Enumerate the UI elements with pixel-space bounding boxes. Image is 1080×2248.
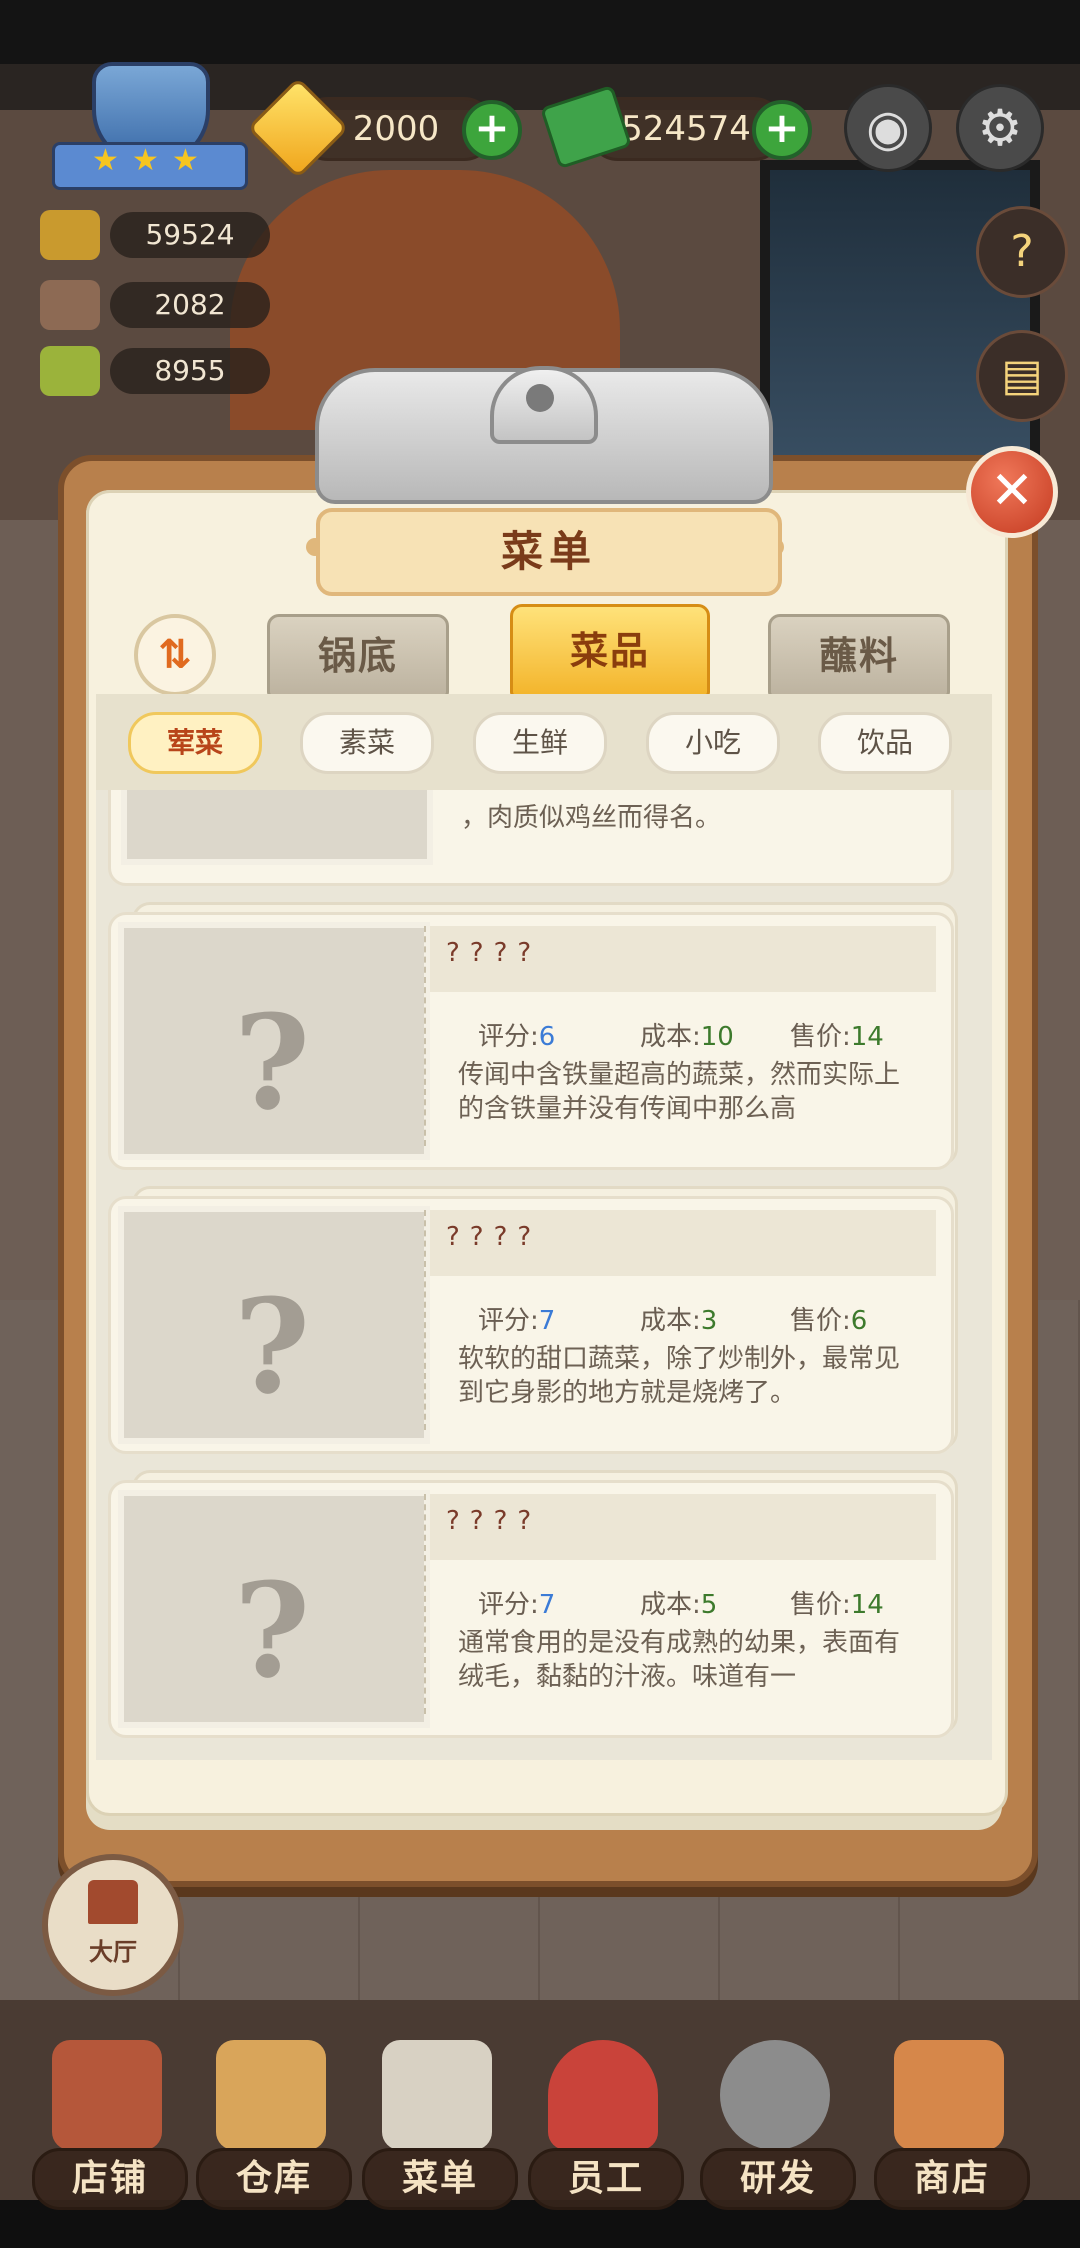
stat-value: 8955 — [110, 348, 270, 394]
list-item[interactable]: ? ???? 评分:7 成本:3 售价:6 软软的甜口蔬菜，除了炒制外，最常见到… — [108, 1186, 958, 1454]
filter-snack[interactable]: 小吃 — [646, 712, 780, 774]
price-stat: 售价:14 — [790, 1022, 884, 1052]
dish-name: ???? — [446, 1506, 542, 1536]
wok-icon — [720, 2040, 830, 2150]
camera-icon[interactable]: ◉ — [844, 84, 932, 172]
question-mark-icon: ? — [234, 986, 311, 1139]
top-dark-bar — [0, 0, 1080, 64]
clip-hole — [526, 384, 554, 412]
clipboard-icon — [382, 2040, 492, 2150]
shop-icon — [894, 2040, 1004, 2150]
dish-list[interactable]: ，肉质似鸡丝而得名。 ? ???? 评分:6 成本:10 售价:14 传闻中含铁… — [96, 790, 992, 1760]
dish-photo-placeholder: ? — [118, 1206, 430, 1444]
dish-cover-icon — [40, 280, 100, 330]
cost-stat: 成本:10 — [640, 1022, 734, 1052]
divider — [424, 926, 426, 1146]
box-icon — [216, 2040, 326, 2150]
nav-menu[interactable]: 菜单 — [362, 2040, 518, 2210]
nav-warehouse[interactable]: 仓库 — [196, 2040, 352, 2210]
guide-book-icon[interactable]: ? — [976, 206, 1068, 298]
hall-label: 大厅 — [89, 1938, 137, 1966]
chef-icon — [548, 2040, 658, 2150]
list-item[interactable]: ? ???? 评分:7 成本:5 售价:14 通常食用的是没有成熟的幼果，表面有… — [108, 1470, 958, 1738]
question-mark-icon: ? — [234, 1554, 311, 1707]
stat-value: 2082 — [110, 282, 270, 328]
tab-soup-base[interactable]: 锅底 — [267, 614, 449, 698]
nav-label: 研发 — [700, 2148, 856, 2210]
house-icon — [88, 1880, 138, 1924]
dish-photo-placeholder — [121, 790, 433, 865]
divider — [424, 1494, 426, 1714]
dish-description: ，肉质似鸡丝而得名。 — [461, 803, 722, 833]
close-button[interactable]: ✕ — [966, 446, 1058, 538]
price-stat: 售价:6 — [790, 1306, 868, 1336]
dish-description: 软软的甜口蔬菜，除了炒制外，最常见到它身影的地方就是烧烤了。 — [458, 1344, 901, 1408]
stat-row: 59524 — [40, 208, 270, 262]
nav-store[interactable]: 商店 — [874, 2040, 1030, 2210]
tab-dishes[interactable]: 菜品 — [510, 604, 710, 698]
question-mark-icon: ? — [234, 1270, 311, 1423]
price-stat: 售价:14 — [790, 1590, 884, 1620]
list-item[interactable]: ，肉质似鸡丝而得名。 — [108, 790, 954, 886]
nav-research[interactable]: 研发 — [700, 2040, 856, 2210]
book-icon — [40, 346, 100, 396]
score-stat: 评分:7 — [478, 1590, 556, 1620]
dish-name: ???? — [446, 938, 542, 968]
stat-row: 8955 — [40, 344, 270, 398]
stat-value: 59524 — [110, 212, 270, 258]
wall-window — [760, 160, 1040, 480]
add-gems-button[interactable]: + — [462, 100, 522, 160]
star-icon: ★ — [132, 143, 159, 178]
nav-label: 菜单 — [362, 2148, 518, 2210]
filter-meat[interactable]: 荤菜 — [128, 712, 262, 774]
dish-photo-placeholder: ? — [118, 1490, 430, 1728]
nav-staff[interactable]: 员工 — [528, 2040, 684, 2210]
divider — [424, 1210, 426, 1430]
modal-title: 菜单 — [316, 508, 782, 596]
nav-label: 店铺 — [32, 2148, 188, 2210]
filter-drink[interactable]: 饮品 — [818, 712, 952, 774]
dish-description: 传闻中含铁量超高的蔬菜，然而实际上的含铁量并没有传闻中那么高 — [458, 1060, 901, 1124]
nav-shop[interactable]: 店铺 — [32, 2040, 188, 2210]
list-item[interactable]: ? ???? 评分:6 成本:10 售价:14 传闻中含铁量超高的蔬菜，然而实际… — [108, 902, 958, 1170]
tab-sauces[interactable]: 蘸料 — [768, 614, 950, 698]
settings-gear-icon[interactable]: ⚙ — [956, 84, 1044, 172]
score-stat: 评分:6 — [478, 1022, 556, 1052]
stat-row: 2082 — [40, 278, 270, 332]
star-icon: ★ — [172, 143, 199, 178]
filter-fresh[interactable]: 生鲜 — [473, 712, 607, 774]
dish-name: ???? — [446, 1222, 542, 1252]
recipe-book-icon[interactable]: ▤ — [976, 330, 1068, 422]
sort-toggle-icon[interactable]: ⇅ — [134, 614, 216, 696]
add-cash-button[interactable]: + — [752, 100, 812, 160]
nav-label: 仓库 — [196, 2148, 352, 2210]
star-icon: ★ — [92, 143, 119, 178]
dish-photo-placeholder: ? — [118, 922, 430, 1160]
storefront-icon — [52, 2040, 162, 2150]
rank-badge[interactable]: ★ ★ ★ — [52, 62, 248, 192]
dish-description: 通常食用的是没有成熟的幼果，表面有绒毛，黏黏的汁液。味道有一 — [458, 1628, 901, 1692]
hall-button[interactable]: 大厅 — [42, 1854, 184, 1996]
trophy-icon — [40, 210, 100, 260]
filter-vegetable[interactable]: 素菜 — [300, 712, 434, 774]
nav-label: 员工 — [528, 2148, 684, 2210]
score-stat: 评分:7 — [478, 1306, 556, 1336]
cost-stat: 成本:5 — [640, 1590, 718, 1620]
cost-stat: 成本:3 — [640, 1306, 718, 1336]
nav-label: 商店 — [874, 2148, 1030, 2210]
